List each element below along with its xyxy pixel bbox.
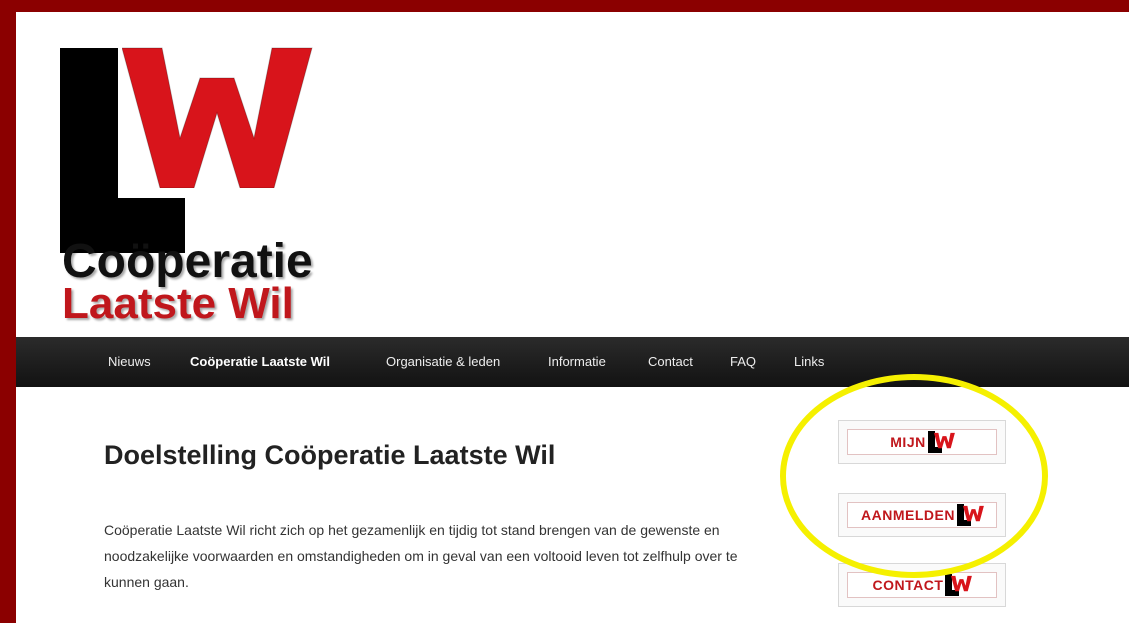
nav-item-cooperatie-laatste-wil[interactable]: Coöperatie Laatste Wil <box>190 337 330 387</box>
aanmelden-lw-button-inner: AANMELDEN <box>847 502 997 528</box>
contact-lw-button[interactable]: CONTACT <box>838 563 1006 607</box>
contact-lw-label: CONTACT <box>872 577 944 593</box>
nav-item-links[interactable]: Links <box>794 337 824 387</box>
nav-item-contact[interactable]: Contact <box>648 337 693 387</box>
logo-w-mark <box>122 47 313 188</box>
main-navigation: Nieuws Coöperatie Laatste Wil Organisati… <box>16 337 1129 387</box>
intro-paragraph: Coöperatie Laatste Wil richt zich op het… <box>104 522 738 590</box>
top-border <box>0 0 1129 12</box>
mijn-lw-button-inner: MIJN <box>847 429 997 455</box>
lw-mini-logo-icon <box>956 504 984 526</box>
nav-item-organisatie-leden[interactable]: Organisatie & leden <box>386 337 500 387</box>
site-logo[interactable]: Coöperatie Laatste Wil <box>60 38 330 328</box>
nav-item-informatie[interactable]: Informatie <box>548 337 606 387</box>
mijn-lw-label: MIJN <box>890 434 926 450</box>
aanmelden-lw-label: AANMELDEN <box>861 507 955 523</box>
left-border <box>0 0 16 623</box>
contact-lw-button-inner: CONTACT <box>847 572 997 598</box>
page-title: Doelstelling Coöperatie Laatste Wil <box>104 440 556 470</box>
nav-item-nieuws[interactable]: Nieuws <box>108 337 151 387</box>
aanmelden-lw-button[interactable]: AANMELDEN <box>838 493 1006 537</box>
mijn-lw-button[interactable]: MIJN <box>838 420 1006 464</box>
logo-line-2: Laatste Wil <box>62 279 294 328</box>
nav-item-faq[interactable]: FAQ <box>730 337 756 387</box>
lw-mini-logo-icon <box>945 574 973 596</box>
lw-mini-logo-icon <box>927 431 955 453</box>
